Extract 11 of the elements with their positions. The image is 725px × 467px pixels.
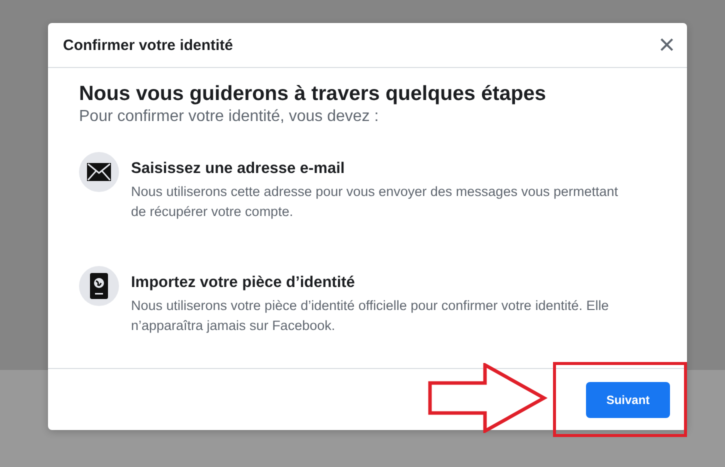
dialog-title: Confirmer votre identité [63,36,234,54]
dialog-heading: Nous vous guiderons à travers quelques étapes [79,82,548,106]
step-description: Nous utiliserons cette adresse pour vous envoyer des messages vous permettant de récupérer votre compte. [131,183,620,221]
envelope-icon [86,162,112,182]
step-title: Importez votre pièce d’identité [131,274,356,292]
close-button[interactable]: × [654,31,679,59]
next-button[interactable]: Suivant [586,382,670,418]
step-title: Saisissez une adresse e-mail [131,160,346,178]
step-description: Nous utiliserons votre pièce d’identité officielle pour confirmer votre identité. Elle n’apparaîtra jamais sur Facebook. [131,297,610,335]
passport-icon [90,273,108,299]
dialog-subtitle: Pour confirmer votre identité, vous devez : [79,108,380,126]
